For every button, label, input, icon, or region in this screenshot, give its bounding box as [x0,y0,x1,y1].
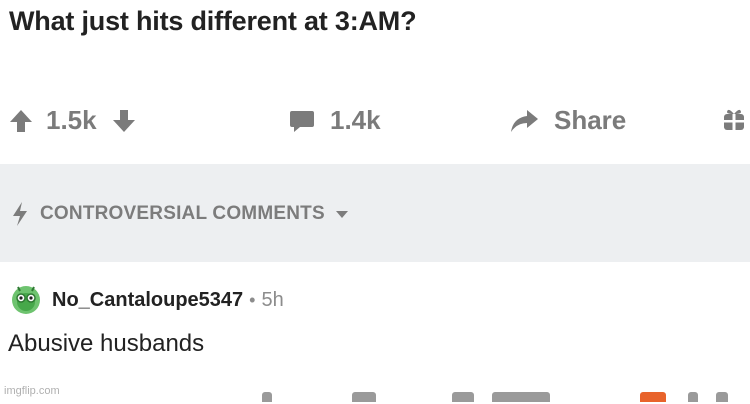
cropped-icon [492,392,550,402]
separator-dot: • [249,289,256,310]
comment-bubble-icon [288,108,316,134]
post-title[interactable]: What just hits different at 3:AM? [9,6,417,37]
cropped-icon [262,392,272,402]
post-action-bar: 1.5k 1.4k Share [0,95,750,153]
comment-username[interactable]: No_Cantaloupe5347 [52,289,243,312]
share-button[interactable]: Share [508,105,626,136]
gift-icon [722,105,746,133]
share-label: Share [554,105,627,135]
cropped-icon [716,392,728,402]
comment-sort-bar: CONTROVERSIAL COMMENTS [0,164,750,262]
comment-actions-cropped [0,392,750,404]
share-arrow-icon [508,107,540,135]
comment: No_Cantaloupe5347 • 5h Abusive husbands [0,262,750,402]
cropped-icon [688,392,698,402]
vote-count: 1.5k [46,105,97,135]
comment-timestamp: 5h [261,288,284,311]
arrow-up-icon[interactable] [8,107,34,135]
arrow-down-icon[interactable] [111,107,137,135]
sort-dropdown[interactable]: CONTROVERSIAL COMMENTS [10,200,349,228]
comments-button[interactable]: 1.4k [288,105,381,136]
award-button[interactable] [722,105,746,133]
cropped-icon [640,392,666,402]
caret-down-icon [335,209,349,219]
comment-header: No_Cantaloupe5347 • 5h [8,282,284,318]
avatar[interactable] [8,282,44,318]
vote-group: 1.5k [8,105,137,136]
comment-count: 1.4k [330,105,381,135]
cropped-icon [352,392,376,402]
sort-label: CONTROVERSIAL COMMENTS [40,203,325,224]
comment-body: Abusive husbands [8,330,205,357]
lightning-icon [10,200,30,228]
cropped-icon [452,392,474,402]
